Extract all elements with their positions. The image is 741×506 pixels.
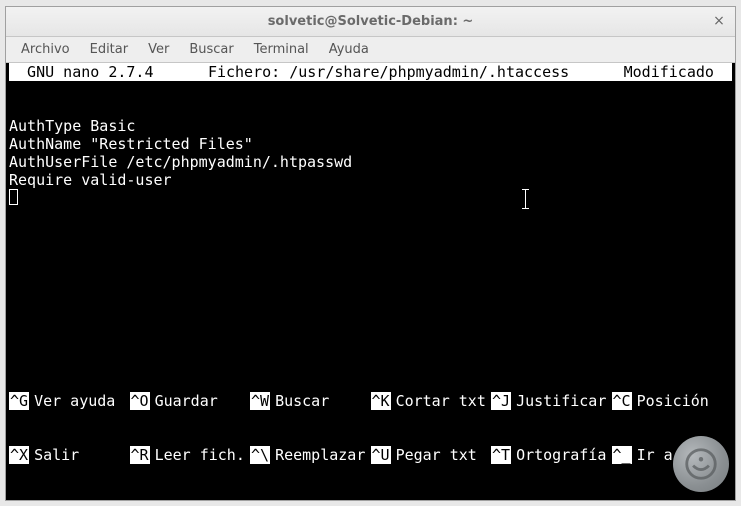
terminal-viewport[interactable]: GNU nano 2.7.4 Fichero: /usr/share/phpmy… xyxy=(6,63,735,500)
shortcut-buscar: ^W Buscar xyxy=(250,392,371,410)
shortcut-cortar-txt: ^K Cortar txt xyxy=(371,392,492,410)
close-icon[interactable]: × xyxy=(711,14,727,30)
nano-shortcut-bar: ^G Ver ayuda ^O Guardar ^W Buscar ^K Cortar txt… xyxy=(9,356,732,500)
shortcut-label: Salir xyxy=(34,446,79,464)
text-cursor xyxy=(9,189,18,205)
editor-line: AuthType Basic xyxy=(9,117,135,135)
shortcut-reemplazar: ^\ Reemplazar xyxy=(250,446,371,464)
menu-terminal[interactable]: Terminal xyxy=(245,39,318,60)
shortcut-salir: ^X Salir xyxy=(9,446,130,464)
shortcut-guardar: ^O Guardar xyxy=(130,392,251,410)
menu-buscar[interactable]: Buscar xyxy=(180,39,242,60)
shortcut-key: ^O xyxy=(130,392,150,410)
menu-ver[interactable]: Ver xyxy=(139,39,178,60)
shortcut-key: ^U xyxy=(371,446,391,464)
shortcut-key: ^R xyxy=(130,446,150,464)
window-title: solvetic@Solvetic-Debian: ~ xyxy=(268,14,474,29)
editor-content[interactable]: AuthType Basic AuthName "Restricted File… xyxy=(9,81,732,227)
shortcut-ver-ayuda: ^G Ver ayuda xyxy=(9,392,130,410)
shortcut-key: ^W xyxy=(250,392,270,410)
shortcut-key: ^\ xyxy=(250,446,270,464)
shortcut-key: ^C xyxy=(612,392,632,410)
shortcut-leer-fich-: ^R Leer fich. xyxy=(130,446,251,464)
nano-version: GNU nano 2.7.4 xyxy=(9,63,172,81)
shortcut-label: Reemplazar xyxy=(275,446,365,464)
menubar: Archivo Editar Ver Buscar Terminal Ayuda xyxy=(6,37,735,63)
shortcut-label: Pegar txt xyxy=(396,446,477,464)
shortcut-posici-n: ^C Posición xyxy=(612,392,733,410)
shortcut-justificar: ^J Justificar xyxy=(491,392,612,410)
shortcut-key: ^T xyxy=(491,446,511,464)
menu-ayuda[interactable]: Ayuda xyxy=(320,39,378,60)
menu-editar[interactable]: Editar xyxy=(81,39,138,60)
shortcut-key: ^G xyxy=(9,392,29,410)
shortcut-key: ^K xyxy=(371,392,391,410)
editor-line: Require valid-user xyxy=(9,171,172,189)
shortcut-row: ^X Salir ^R Leer fich. ^\ Reemplazar ^U Pegar t… xyxy=(9,446,732,464)
shortcut-label: Buscar xyxy=(275,392,329,410)
editor-line: AuthUserFile /etc/phpmyadmin/.htpasswd xyxy=(9,153,352,171)
shortcut-label: Ortografía xyxy=(516,446,606,464)
shortcut-label: Cortar txt xyxy=(396,392,486,410)
shortcut-label: Ver ayuda xyxy=(34,392,115,410)
shortcut-key: ^J xyxy=(491,392,511,410)
shortcut-ortograf-a: ^T Ortografía xyxy=(491,446,612,464)
nano-file: Fichero: /usr/share/phpmyadmin/.htaccess xyxy=(172,63,606,81)
shortcut-row: ^G Ver ayuda ^O Guardar ^W Buscar ^K Cortar txt… xyxy=(9,392,732,410)
shortcut-label: Guardar xyxy=(155,392,218,410)
nano-status: Modificado xyxy=(606,63,732,81)
menu-archivo[interactable]: Archivo xyxy=(12,39,79,60)
shortcut-key: ^_ xyxy=(612,446,632,464)
nano-header: GNU nano 2.7.4 Fichero: /usr/share/phpmy… xyxy=(9,63,732,81)
watermark-emblem-icon xyxy=(673,436,729,492)
titlebar: solvetic@Solvetic-Debian: ~ × xyxy=(6,7,735,37)
shortcut-label: Posición xyxy=(637,392,709,410)
editor-line: AuthName "Restricted Files" xyxy=(9,135,253,153)
terminal-window: solvetic@Solvetic-Debian: ~ × Archivo Ed… xyxy=(5,6,736,501)
shortcut-pegar-txt: ^U Pegar txt xyxy=(371,446,492,464)
shortcut-label: Justificar xyxy=(516,392,606,410)
shortcut-key: ^X xyxy=(9,446,29,464)
shortcut-label: Leer fich. xyxy=(155,446,245,464)
